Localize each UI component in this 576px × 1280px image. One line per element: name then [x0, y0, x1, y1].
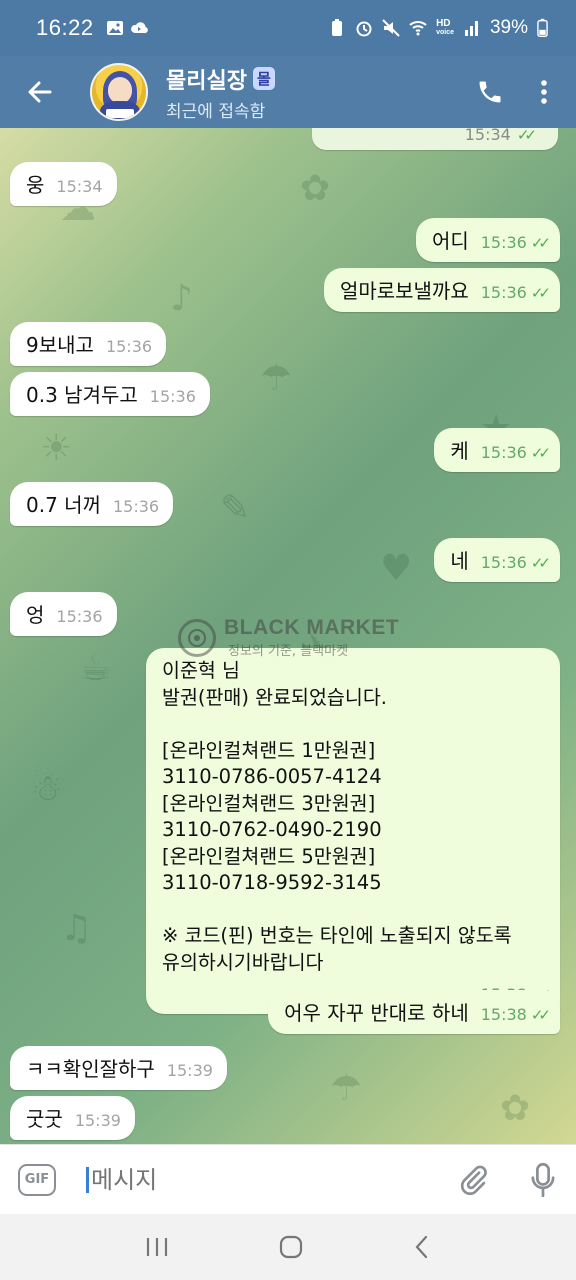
message-bubble[interactable]: 이준혁 님 발권(판매) 완료되었습니다. [온라인컬쳐랜드 1만원권] 311…: [146, 648, 560, 1014]
message-input[interactable]: [91, 1165, 391, 1194]
chat-header: 몰리실장 몰 최근에 접속함: [0, 56, 576, 128]
system-nav-bar: [0, 1214, 576, 1280]
message-text: 이준혁 님 발권(판매) 완료되었습니다. [온라인컬쳐랜드 1만원권] 311…: [162, 659, 512, 974]
message-time: 15:36: [480, 443, 527, 462]
message-text: 0.7 너꺼: [26, 493, 101, 517]
wifi-icon: [409, 21, 427, 36]
message-text: 9보내고: [26, 333, 94, 357]
message-time: 15:36: [480, 233, 527, 252]
avatar[interactable]: [90, 63, 148, 121]
message-time: 15:36: [480, 283, 527, 302]
battery-icon: [537, 18, 548, 37]
home-icon[interactable]: [278, 1234, 304, 1260]
title-badge: 몰: [252, 67, 275, 90]
read-check-icon: ✓✓: [530, 554, 551, 572]
cloud-sync-icon: [130, 22, 148, 34]
microphone-icon[interactable]: [530, 1162, 556, 1198]
gallery-icon: [106, 21, 123, 35]
chat-history[interactable]: ☁ ✿ ♪ ☂ ★ ☀ ✎ ♥ ☕ ✈ ☃ ♫ ✿ ☂ 15:34✓✓ 웅 15…: [0, 128, 576, 1144]
watermark-logo: [178, 618, 216, 657]
message-time: 15:36: [56, 607, 103, 626]
message-time: 15:39: [74, 1111, 121, 1130]
battery-saver-icon: [332, 19, 343, 36]
message-bubble[interactable]: 엉 15:36: [10, 592, 117, 636]
arrow-left-icon: [28, 81, 52, 103]
watermark: BLACK MARKET 정보의 기준, 블랙마켓: [178, 616, 399, 659]
paperclip-icon[interactable]: [458, 1163, 488, 1197]
message-text: 웅: [26, 173, 45, 197]
message-bubble[interactable]: 9보내고 15:36: [10, 322, 167, 366]
message-text: 굿굿: [26, 1107, 63, 1131]
battery-percent: 39%: [489, 17, 528, 38]
message-text: 케: [450, 439, 469, 463]
message-time: 15:34: [56, 177, 103, 196]
message-text: 어우 자꾸 반대로 하네: [284, 1001, 469, 1025]
message-bubble[interactable]: 어우 자꾸 반대로 하네 15:38 ✓✓: [268, 990, 560, 1034]
more-vertical-icon[interactable]: [540, 78, 548, 106]
read-check-icon: ✓✓: [530, 234, 551, 252]
status-time: 16:22: [36, 15, 94, 40]
message-text: 0.3 남겨두고: [26, 383, 138, 407]
message-bubble[interactable]: 웅 15:34: [10, 162, 117, 206]
message-text: 네: [450, 549, 469, 573]
watermark-subtitle: 정보의 기준, 블랙마켓: [228, 644, 349, 659]
watermark-title: BLACK MARKET: [224, 616, 400, 639]
message-text: 엉: [26, 603, 45, 627]
last-seen-status: 최근에 접속함: [166, 101, 266, 122]
message-time: 15:36: [105, 337, 153, 356]
message-time: 15:36: [112, 497, 160, 516]
message-time: 15:36: [149, 387, 196, 406]
message-text: ㅋㅋ확인잘하구: [26, 1057, 155, 1081]
chat-title-block[interactable]: 몰리실장 몰 최근에 접속함: [166, 63, 275, 122]
signal-icon: [464, 21, 478, 36]
message-time: 15:38: [480, 1005, 527, 1024]
hd-voice-label: HD voice: [436, 18, 454, 37]
back-button[interactable]: [16, 68, 64, 116]
chat-title: 몰리실장: [166, 68, 247, 94]
partial-outgoing-message[interactable]: 15:34 ✓✓: [312, 128, 558, 150]
message-bubble[interactable]: 어디 15:36 ✓✓: [415, 218, 560, 262]
message-time: 15:36: [480, 553, 527, 572]
message-bubble[interactable]: ㅋㅋ확인잘하구 15:39: [10, 1046, 227, 1090]
nav-back-icon[interactable]: [412, 1234, 432, 1260]
message-bubble[interactable]: 굿굿 15:39: [10, 1096, 135, 1140]
read-check-icon: ✓✓: [530, 284, 551, 302]
alarm-icon: [356, 21, 372, 37]
message-bubble[interactable]: 0.7 너꺼 15:36: [10, 482, 174, 526]
message-bubble[interactable]: 얼마로보낼까요 15:36 ✓✓: [323, 268, 560, 312]
message-bubble[interactable]: 네 15:36 ✓✓: [434, 538, 560, 582]
recent-apps-icon[interactable]: [144, 1235, 170, 1259]
read-check-icon: ✓✓: [530, 444, 551, 462]
message-bubble[interactable]: 케 15:36 ✓✓: [434, 428, 560, 472]
text-cursor: [86, 1166, 89, 1193]
status-bar: 16:22 HD voice 39%: [0, 0, 576, 56]
read-check-icon: ✓✓: [530, 1006, 551, 1024]
mute-icon: [382, 19, 400, 37]
message-composer: GIF: [0, 1144, 576, 1214]
gif-button[interactable]: GIF: [18, 1163, 56, 1196]
message-bubble[interactable]: 0.3 남겨두고 15:36: [10, 372, 210, 416]
phone-icon[interactable]: [476, 78, 504, 106]
message-text: 어디: [431, 229, 469, 253]
message-text: 얼마로보낼까요: [339, 279, 469, 303]
message-time: 15:39: [166, 1061, 213, 1080]
